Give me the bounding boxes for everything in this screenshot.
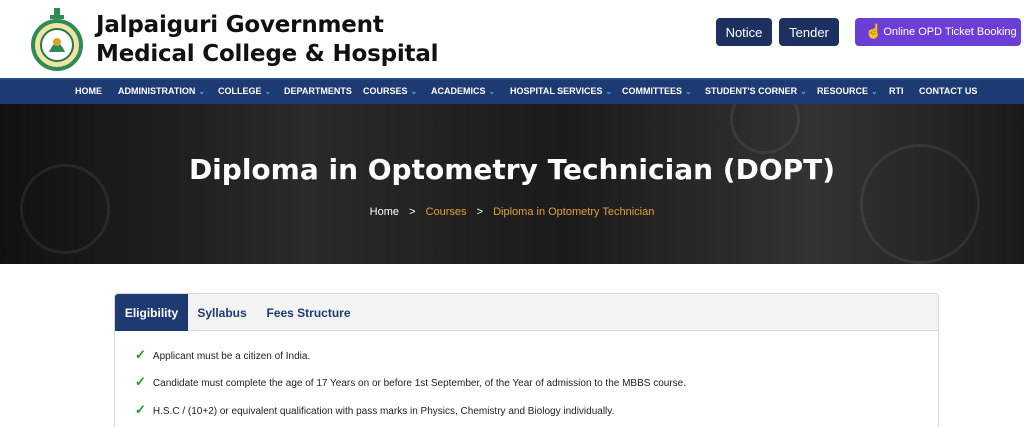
tab-fees-structure[interactable]: Fees Structure [256,294,361,331]
list-item: ✓ Candidate must complete the age of 17 Y… [135,374,686,390]
check-icon: ✓ [135,374,146,389]
nav-item-students-corner[interactable]: STUDENT'S CORNER ⌄ [705,86,807,96]
eligibility-text: H.S.C / (10+2) or equivalent qualificati… [152,406,615,417]
tender-button[interactable]: Tender [779,18,839,46]
nav-label: RTI [889,86,904,96]
site-title-line1: Jalpaiguri Government [96,12,384,38]
list-item: ✓ H.S.C / (10+2) or equivalent qualificat… [135,402,614,418]
nav-item-resource[interactable]: RESOURCE ⌄ [817,86,878,96]
opd-booking-button[interactable]: ☝ Online OPD Ticket Booking [855,18,1021,46]
nav-label: RESOURCE [817,86,869,96]
list-item: ✓ Applicant must be a citizen of India. [135,347,310,363]
nav-item-departments[interactable]: DEPARTMENTS [284,86,352,96]
nav-label: CONTACT US [919,86,978,96]
west-bengal-emblem-logo[interactable] [30,6,84,72]
chevron-down-icon: ⌄ [410,87,418,96]
site-title-line2: Medical College & Hospital [96,41,439,67]
nav-item-home[interactable]: HOME [75,86,102,96]
chevron-down-icon: ⌄ [871,87,878,96]
chevron-down-icon: ⌄ [264,87,272,96]
chevron-down-icon: ⌄ [605,87,613,96]
nav-label: HOME [75,86,102,96]
page-hero-banner: Diploma in Optometry Technician (DOPT) H… [0,104,1024,264]
eligibility-text: Applicant must be a citizen of India. [152,351,311,362]
chevron-down-icon: ⌄ [198,87,206,96]
breadcrumb: Home > Courses > Diploma in Optometry Te… [0,206,1024,218]
breadcrumb-home-link[interactable]: Home [370,206,399,218]
nav-label: ACADEMICS [431,86,486,96]
nav-item-contact-us[interactable]: CONTACT US [919,86,977,96]
nav-label: COLLEGE [218,86,262,96]
eligibility-text: Candidate must complete the age of 17 Ye… [152,378,687,389]
page-title: Diploma in Optometry Technician (DOPT) [188,153,836,186]
breadcrumb-current: Diploma in Optometry Technician [493,206,655,218]
nav-item-committees[interactable]: COMMITTEES ⌄ [622,86,692,96]
nav-item-hospital-services[interactable]: HOSPITAL SERVICES ⌄ [510,86,612,96]
nav-label: COURSES [363,86,408,96]
nav-item-courses[interactable]: COURSES ⌄ [363,86,417,96]
nav-label: HOSPITAL SERVICES [510,86,603,96]
chevron-down-icon: ⌄ [488,87,496,96]
nav-label: DEPARTMENTS [284,86,352,96]
nav-item-college[interactable]: COLLEGE ⌄ [218,86,271,96]
nav-label: ADMINISTRATION [118,86,196,96]
breadcrumb-separator: > [409,206,416,218]
nav-label: COMMITTEES [622,86,682,96]
breadcrumb-separator: > [476,206,484,218]
site-header: Jalpaiguri Government Medical College & … [0,0,1024,78]
chevron-down-icon: ⌄ [685,87,692,96]
notice-button[interactable]: Notice [716,18,772,46]
nav-item-administration[interactable]: ADMINISTRATION ⌄ [118,86,205,96]
tab-eligibility[interactable]: Eligibility [115,294,188,331]
nav-item-rti[interactable]: RTI [889,86,904,96]
nav-label: STUDENT'S CORNER [705,86,798,96]
breadcrumb-courses-link[interactable]: Courses [426,206,467,218]
opd-booking-label: Online OPD Ticket Booking [883,26,1017,38]
nav-item-academics[interactable]: ACADEMICS ⌄ [431,86,495,96]
chevron-down-icon: ⌄ [800,87,807,96]
check-icon: ✓ [135,402,146,417]
course-tab-bar: Eligibility Syllabus Fees Structure [115,294,938,331]
pointing-hand-icon: ☝ [865,23,883,39]
site-title[interactable]: Jalpaiguri Government Medical College & … [96,11,439,69]
tab-syllabus[interactable]: Syllabus [188,294,256,331]
course-details-card: Eligibility Syllabus Fees Structure ✓ App… [114,293,939,427]
check-icon: ✓ [135,347,146,362]
main-nav: HOME ADMINISTRATION ⌄ COLLEGE ⌄ DEPARTMENT… [0,78,1024,104]
hero-background-shape [730,104,800,154]
